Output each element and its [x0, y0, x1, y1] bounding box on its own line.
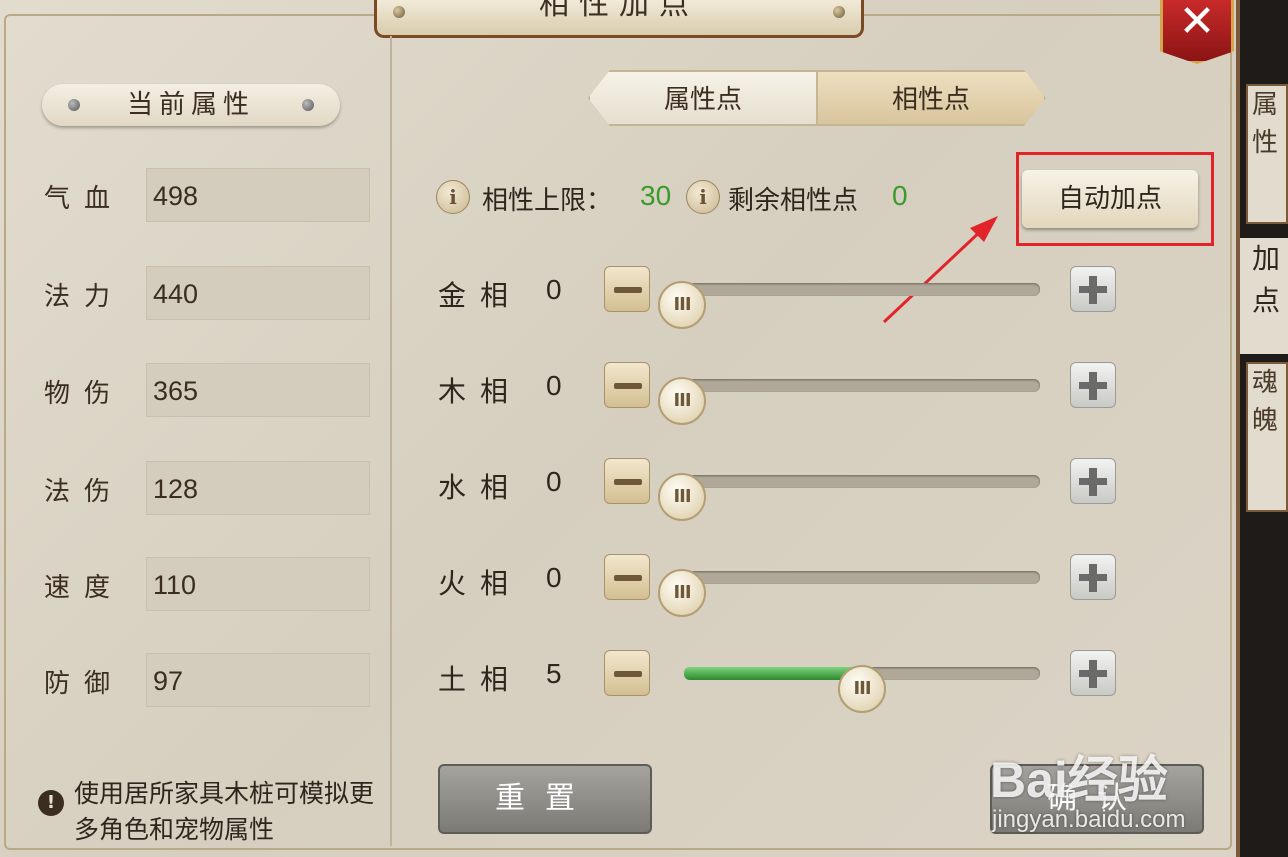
slider-knob[interactable]: III: [658, 569, 706, 617]
slider-value: 5: [546, 658, 562, 689]
slider-track[interactable]: III: [658, 473, 1040, 521]
slider-track[interactable]: III: [684, 665, 1040, 713]
info-icon[interactable]: i: [436, 180, 470, 214]
slider-track[interactable]: III: [658, 281, 1040, 329]
plus-icon[interactable]: [1070, 362, 1116, 408]
slider-knob[interactable]: III: [658, 377, 706, 425]
affinity-cap-value: 30: [640, 180, 672, 211]
slider-row: 火相 0 III: [438, 554, 1118, 617]
info-icon[interactable]: i: [686, 180, 720, 214]
slider-knob[interactable]: III: [658, 473, 706, 521]
slider-track[interactable]: III: [658, 569, 1040, 617]
slider-label: 金相: [438, 279, 523, 312]
side-tab-add-points[interactable]: 加点: [1240, 238, 1288, 354]
minus-icon[interactable]: [604, 266, 650, 312]
side-tab-attributes[interactable]: 属性: [1246, 84, 1288, 224]
attr-label: 法伤: [44, 477, 125, 507]
attr-value: 110: [146, 557, 370, 611]
slider-row: 水相 0 III: [438, 458, 1118, 521]
attr-value: 365: [146, 363, 370, 417]
slider-label: 土相: [438, 663, 523, 696]
slider-row: 土相 5 III: [438, 650, 1118, 713]
column-divider: [390, 36, 392, 846]
title-bar: 相性加点: [374, 0, 864, 38]
warning-icon: !: [38, 790, 64, 816]
watermark: Bai经验 jingyan.baidu.com: [990, 720, 1230, 850]
tab-attribute-points[interactable]: 属性点: [588, 70, 818, 126]
attr-value: 498: [146, 168, 370, 222]
slider-knob[interactable]: III: [658, 281, 706, 329]
slider-label: 水相: [438, 471, 523, 504]
slider-knob[interactable]: III: [838, 665, 886, 713]
close-icon: ✕: [1178, 0, 1216, 47]
watermark-url: jingyan.baidu.com: [992, 806, 1186, 833]
plus-icon[interactable]: [1070, 266, 1116, 312]
slider-label: 火相: [438, 567, 523, 600]
attr-label: 物伤: [44, 379, 125, 409]
title-stud-left: [393, 6, 405, 18]
plus-icon[interactable]: [1070, 554, 1116, 600]
slider-fill: [684, 667, 862, 680]
header-dot-right: [302, 99, 314, 111]
plus-icon[interactable]: [1070, 650, 1116, 696]
minus-icon[interactable]: [604, 554, 650, 600]
slider-row: 木相 0 III: [438, 362, 1118, 425]
attr-label: 气血: [44, 184, 125, 214]
slider-value: 0: [546, 562, 562, 593]
tab-affinity-points[interactable]: 相性点: [816, 70, 1046, 126]
close-button[interactable]: ✕: [1160, 0, 1234, 64]
title-stud-right: [833, 6, 845, 18]
attr-value: 440: [146, 266, 370, 320]
header-dot-left: [68, 99, 80, 111]
reset-button[interactable]: 重置: [438, 764, 652, 834]
attr-label: 法力: [44, 282, 125, 312]
minus-icon[interactable]: [604, 650, 650, 696]
dialog-title: 相性加点: [539, 0, 699, 22]
tab-bar: 属性点 相性点: [588, 70, 1046, 126]
affinity-cap-label: 相性上限：: [482, 186, 613, 216]
attr-value: 128: [146, 461, 370, 515]
slider-track[interactable]: III: [658, 377, 1040, 425]
slider-value: 0: [546, 274, 562, 305]
minus-icon[interactable]: [604, 458, 650, 504]
slider-value: 0: [546, 466, 562, 497]
current-attributes-title: 当前属性: [126, 90, 255, 120]
side-strip: 属性 加点 魂魄: [1240, 0, 1288, 857]
remaining-points-value: 0: [892, 180, 908, 211]
attr-label: 速度: [44, 573, 125, 603]
plus-icon[interactable]: [1070, 458, 1116, 504]
tip-text: 使用居所家具木桩可模拟更多角色和宠物属性: [74, 779, 375, 844]
auto-allocate-button[interactable]: 自动加点: [1022, 170, 1198, 228]
current-attributes-header: 当前属性: [42, 84, 340, 126]
slider-row: 金相 0 III: [438, 266, 1118, 329]
watermark-logo: Bai经验: [990, 752, 1168, 808]
side-tab-soul[interactable]: 魂魄: [1246, 362, 1288, 512]
minus-icon[interactable]: [604, 362, 650, 408]
slider-value: 0: [546, 370, 562, 401]
slider-label: 木相: [438, 375, 523, 408]
attr-label: 防御: [44, 669, 125, 699]
remaining-points-label: 剩余相性点: [728, 186, 859, 216]
attr-value: 97: [146, 653, 370, 707]
